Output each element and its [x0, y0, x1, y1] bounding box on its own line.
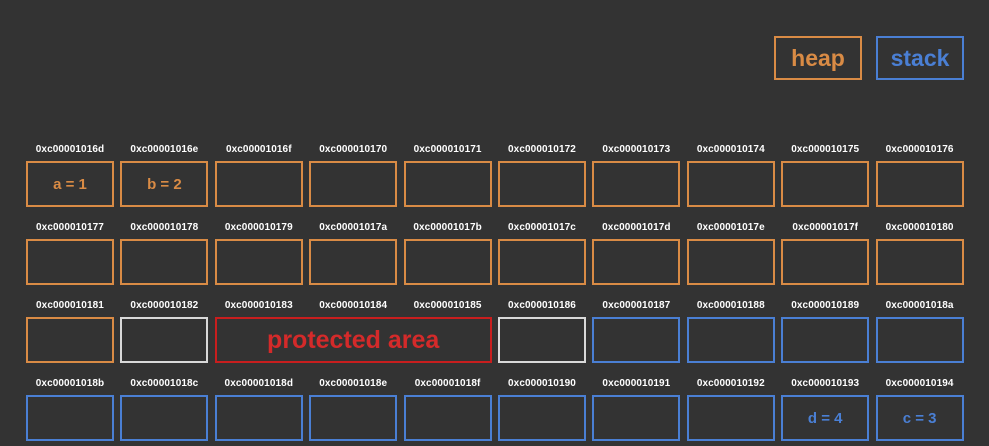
- memory-address: 0xc000010178: [130, 222, 199, 233]
- memory-address: 0xc000010171: [413, 144, 482, 155]
- heap-memory-cell: [498, 161, 586, 207]
- guard-memory-cell: [120, 317, 209, 363]
- heap-memory-cell: [686, 239, 775, 285]
- stack-memory-cell: [686, 395, 775, 441]
- memory-address: 0xc000010193: [791, 378, 860, 389]
- stack-memory-cell: [592, 317, 681, 363]
- memory-address: 0xc00001017a: [319, 222, 388, 233]
- memory-address: 0xc000010176: [885, 144, 954, 155]
- memory-address: 0xc000010189: [791, 300, 860, 311]
- memory-address: 0xc00001018b: [35, 378, 105, 389]
- memory-address: 0xc000010185: [413, 300, 482, 311]
- memory-address: 0xc000010191: [602, 378, 671, 389]
- memory-address: 0xc000010182: [130, 300, 199, 311]
- heap-memory-cell: [26, 239, 114, 285]
- memory-address: 0xc000010179: [224, 222, 293, 233]
- legend-heap: heap: [774, 36, 862, 80]
- memory-address: 0xc00001016d: [35, 144, 105, 155]
- heap-memory-cell: [26, 317, 114, 363]
- memory-address: 0xc000010177: [36, 222, 104, 233]
- memory-address: 0xc00001016e: [130, 144, 199, 155]
- heap-memory-cell: [403, 239, 492, 285]
- protected-area: protected area: [214, 317, 492, 363]
- memory-address: 0xc000010181: [36, 300, 104, 311]
- stack-memory-cell: d = 4: [781, 395, 870, 441]
- stack-memory-cell: [875, 317, 964, 363]
- stack-memory-cell: [686, 317, 775, 363]
- memory-address: 0xc000010183: [224, 300, 293, 311]
- memory-address: 0xc00001016f: [225, 144, 292, 155]
- memory-address: 0xc00001017d: [602, 222, 671, 233]
- memory-address: 0xc000010187: [602, 300, 671, 311]
- memory-address: 0xc000010175: [791, 144, 860, 155]
- memory-address: 0xc000010186: [508, 300, 576, 311]
- heap-memory-cell: a = 1: [26, 161, 114, 207]
- heap-memory-cell: [214, 239, 303, 285]
- stack-memory-cell: [214, 395, 303, 441]
- heap-memory-cell: [498, 239, 586, 285]
- stack-memory-cell: [592, 395, 681, 441]
- stack-memory-cell: [403, 395, 492, 441]
- heap-memory-cell: [875, 239, 964, 285]
- memory-address: 0xc000010184: [319, 300, 388, 311]
- memory-address: 0xc000010172: [508, 144, 576, 155]
- memory-address: 0xc00001018c: [130, 378, 199, 389]
- heap-memory-cell: [592, 239, 681, 285]
- memory-address: 0xc00001018d: [224, 378, 294, 389]
- memory-address: 0xc000010188: [696, 300, 765, 311]
- legend-stack: stack: [876, 36, 964, 80]
- memory-address: 0xc000010192: [696, 378, 765, 389]
- stack-memory-cell: [309, 395, 398, 441]
- memory-address: 0xc00001018e: [319, 378, 388, 389]
- heap-memory-cell: [309, 161, 398, 207]
- memory-address: 0xc000010173: [602, 144, 671, 155]
- heap-memory-cell: [781, 161, 870, 207]
- memory-address: 0xc00001018a: [885, 300, 954, 311]
- stack-memory-cell: [781, 317, 870, 363]
- memory-address: 0xc000010190: [508, 378, 576, 389]
- memory-address: 0xc000010180: [885, 222, 954, 233]
- stack-memory-cell: [498, 395, 586, 441]
- stack-memory-cell: c = 3: [875, 395, 964, 441]
- heap-memory-cell: [309, 239, 398, 285]
- heap-memory-cell: [403, 161, 492, 207]
- memory-address: 0xc000010170: [319, 144, 388, 155]
- heap-memory-cell: [214, 161, 303, 207]
- stack-memory-cell: [120, 395, 209, 441]
- memory-address: 0xc00001017c: [508, 222, 576, 233]
- heap-memory-cell: [120, 239, 209, 285]
- heap-memory-cell: [686, 161, 775, 207]
- heap-memory-cell: [592, 161, 681, 207]
- memory-address: 0xc00001017e: [696, 222, 765, 233]
- memory-address: 0xc000010194: [885, 378, 954, 389]
- heap-memory-cell: b = 2: [120, 161, 209, 207]
- heap-memory-cell: [781, 239, 870, 285]
- memory-address: 0xc00001017f: [792, 222, 859, 233]
- memory-address: 0xc000010174: [696, 144, 765, 155]
- heap-memory-cell: [875, 161, 964, 207]
- memory-address: 0xc00001017b: [413, 222, 482, 233]
- memory-address: 0xc00001018f: [414, 378, 481, 389]
- guard-memory-cell: [498, 317, 586, 363]
- stack-memory-cell: [26, 395, 114, 441]
